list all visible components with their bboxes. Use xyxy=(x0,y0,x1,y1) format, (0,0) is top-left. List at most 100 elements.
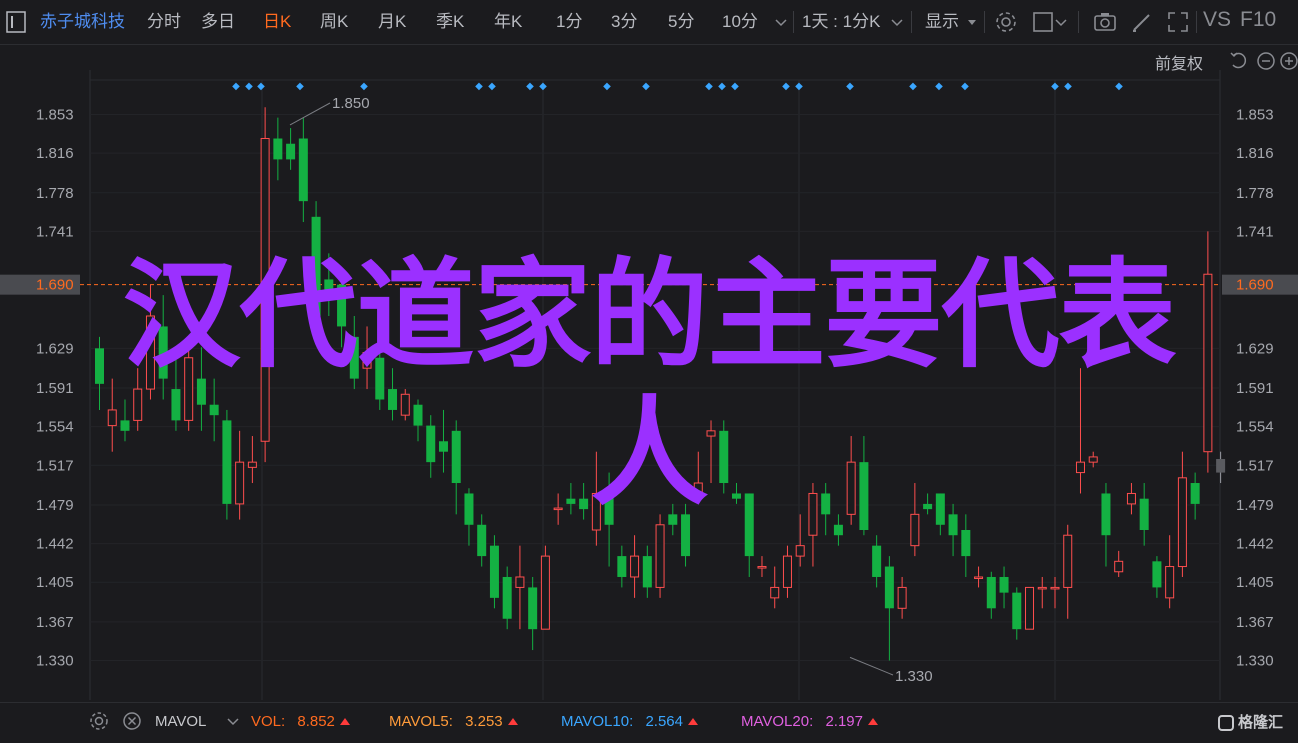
candle-body-up xyxy=(897,586,907,609)
tab-monthly-k[interactable]: 月K xyxy=(378,12,406,32)
chevron-down-icon[interactable] xyxy=(1054,12,1078,36)
mavol5-readout: MAVOL5: 3.253 xyxy=(389,713,518,730)
signal-marker: ◆ xyxy=(642,81,650,92)
close-icon[interactable] xyxy=(121,710,145,734)
candle-body-up xyxy=(1063,534,1073,588)
gear-icon[interactable] xyxy=(88,710,112,734)
signal-marker: ◆ xyxy=(245,81,253,92)
candle-body-up xyxy=(540,555,550,630)
toolbar: 赤子城科技 分时 多日 日K 周K 月K 季K 年K 1分 3分 5分 10分 … xyxy=(0,0,1298,45)
tab-5min[interactable]: 5分 xyxy=(668,12,694,32)
candle-body-up xyxy=(1037,586,1047,590)
candle-body-down xyxy=(884,566,894,609)
sidebar-toggle-icon[interactable] xyxy=(6,11,30,35)
tab-intraday[interactable]: 分时 xyxy=(147,12,181,32)
y-tick-label-right: 1.405 xyxy=(1236,574,1274,591)
candle-body-down xyxy=(273,138,283,160)
overlay-line-2: 人 xyxy=(590,384,708,522)
mavol20-value: 2.197 xyxy=(825,713,863,730)
candle-body-down xyxy=(477,524,487,557)
tab-10min[interactable]: 10分 xyxy=(722,12,758,32)
candle-body-up xyxy=(757,566,767,569)
signal-marker: ◆ xyxy=(705,81,713,92)
signal-markers: ◆ ◆ ◆ ◆ ◆ ◆ ◆ ◆ ◆ ◆ ◆ ◆ ◆ ◆ ◆ ◆ ◆ ◆ ◆ ◆ ◆ ◆ ◆ xyxy=(232,81,1123,92)
signal-marker: ◆ xyxy=(935,81,943,92)
tab-quarterly-k[interactable]: 季K xyxy=(436,12,464,32)
signal-marker: ◆ xyxy=(232,81,240,92)
signal-marker: ◆ xyxy=(526,81,534,92)
signal-marker: ◆ xyxy=(1051,81,1059,92)
gear-icon[interactable] xyxy=(994,10,1018,34)
y-tick-label-right: 1.778 xyxy=(1236,185,1274,202)
vs-button[interactable]: VS xyxy=(1203,9,1231,30)
candle-body-down xyxy=(1152,561,1162,588)
candle-body-down xyxy=(999,576,1009,593)
range-select[interactable]: 1天 : 1分K xyxy=(802,12,880,32)
y-tick-label-left: 1.853 xyxy=(36,107,74,124)
candle-body-up xyxy=(630,555,640,578)
candle-body-down xyxy=(286,143,296,160)
signal-marker: ◆ xyxy=(961,81,969,92)
tab-3min[interactable]: 3分 xyxy=(611,12,637,32)
y-tick-label-right: 1.853 xyxy=(1236,107,1274,124)
y-tick-label-left: 1.330 xyxy=(36,653,74,670)
mavol20-readout: MAVOL20: 2.197 xyxy=(741,713,878,730)
logo-icon xyxy=(1218,715,1234,731)
signal-marker: ◆ xyxy=(475,81,483,92)
candle-body-down xyxy=(528,587,538,630)
display-menu[interactable]: 显示 xyxy=(925,12,959,32)
candle-body-down xyxy=(642,556,652,588)
tab-1min[interactable]: 1分 xyxy=(556,12,582,32)
f10-button[interactable]: F10 xyxy=(1240,9,1276,30)
candle-body-up xyxy=(770,586,780,599)
candle-body-up xyxy=(515,576,525,588)
vol-readout: VOL: 8.852 xyxy=(251,713,350,730)
candle-body-down xyxy=(1012,592,1022,630)
chevron-down-icon[interactable] xyxy=(774,12,798,36)
tab-yearly-k[interactable]: 年K xyxy=(494,12,522,32)
y-tick-label-right: 1.741 xyxy=(1236,223,1274,240)
signal-marker: ◆ xyxy=(257,81,265,92)
y-tick-label-right: 1.442 xyxy=(1236,536,1274,553)
camera-icon[interactable] xyxy=(1093,10,1117,34)
mavol20-label: MAVOL20: xyxy=(741,713,814,730)
caret-down-icon[interactable] xyxy=(966,12,990,36)
mavol10-readout: MAVOL10: 2.564 xyxy=(561,713,698,730)
up-arrow-icon xyxy=(507,718,518,725)
fullscreen-icon[interactable] xyxy=(1166,10,1190,34)
candle-body-up xyxy=(1025,586,1035,630)
overlay-title: 汉代道家的主要代表 人 xyxy=(0,246,1298,522)
vol-label: VOL: xyxy=(251,713,286,730)
signal-marker: ◆ xyxy=(360,81,368,92)
y-tick-label-right: 1.816 xyxy=(1236,145,1274,162)
signal-marker: ◆ xyxy=(795,81,803,92)
chevron-down-icon[interactable] xyxy=(226,711,250,735)
high-price-label: 1.850 xyxy=(332,95,370,112)
indicator-select[interactable]: MAVOL xyxy=(155,713,206,730)
stock-name[interactable]: 赤子城科技 xyxy=(40,12,125,32)
y-tick-label-right: 1.367 xyxy=(1236,614,1274,631)
y-tick-label-left: 1.367 xyxy=(36,614,74,631)
divider xyxy=(1196,11,1197,33)
up-arrow-icon xyxy=(339,718,350,725)
y-tick-label-left: 1.405 xyxy=(36,574,74,591)
signal-marker: ◆ xyxy=(603,81,611,92)
overlay-line-1: 汉代道家的主要代表 xyxy=(122,246,1176,384)
signal-marker: ◆ xyxy=(296,81,304,92)
tab-daily-k[interactable]: 日K xyxy=(263,12,291,32)
candle-body-up xyxy=(1165,566,1175,599)
high-pointer-line xyxy=(289,102,331,126)
tab-weekly-k[interactable]: 周K xyxy=(320,12,348,32)
layout-square-icon[interactable] xyxy=(1032,10,1056,34)
mavol5-value: 3.253 xyxy=(465,713,503,730)
tab-multi-day[interactable]: 多日 xyxy=(201,12,235,32)
candle-body-up xyxy=(1114,560,1124,573)
edit-pen-icon[interactable] xyxy=(1130,10,1154,34)
signal-marker: ◆ xyxy=(539,81,547,92)
signal-marker: ◆ xyxy=(782,81,790,92)
candle-body-down xyxy=(617,556,627,577)
candle-body-down xyxy=(872,545,882,577)
candle-body-down xyxy=(986,576,996,609)
candle-body-up xyxy=(655,524,665,588)
signal-marker: ◆ xyxy=(846,81,854,92)
